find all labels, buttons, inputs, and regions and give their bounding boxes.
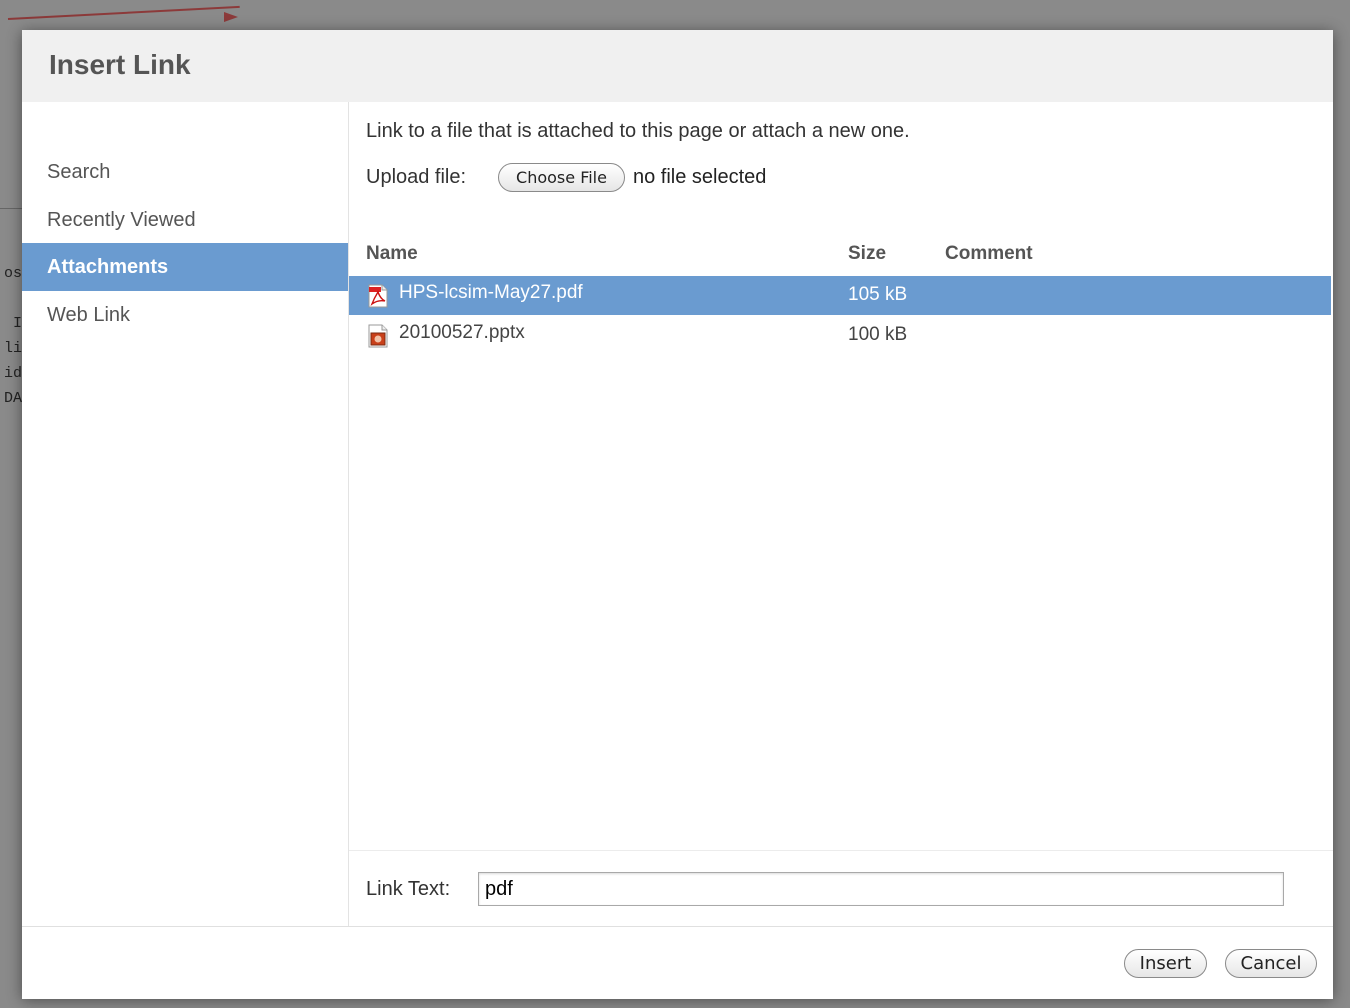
dialog-header: Insert Link [22, 30, 1333, 102]
column-header-name[interactable]: Name [366, 243, 418, 265]
background-text-line: li [3, 340, 22, 357]
sidebar-item-search[interactable]: Search [22, 148, 348, 196]
attachment-row[interactable]: HPS-lcsim-May27.pdf 105 kB [349, 276, 1331, 315]
attachments-panel: Link to a file that is attached to this … [349, 102, 1333, 927]
attachment-row[interactable]: 20100527.pptx 100 kB [349, 316, 1331, 355]
upload-file-label: Upload file: [366, 166, 467, 188]
attachment-size: 100 kB [848, 324, 908, 345]
sidebar-item-recently-viewed[interactable]: Recently Viewed [22, 196, 348, 244]
attachment-size: 105 kB [848, 284, 908, 305]
column-header-size[interactable]: Size [848, 243, 886, 265]
insert-link-dialog: Insert Link Search Recently Viewed Attac… [22, 30, 1333, 999]
background-text-line: I [12, 315, 22, 332]
link-text-area: Link Text: [349, 850, 1333, 927]
pptx-file-icon [368, 324, 388, 348]
background-rule [0, 208, 22, 209]
column-header-comment[interactable]: Comment [945, 243, 1033, 265]
choose-file-button[interactable]: Choose File [498, 163, 625, 192]
attachment-filename: HPS-lcsim-May27.pdf [399, 282, 583, 303]
background-arrow [7, 5, 240, 20]
link-text-input[interactable] [478, 872, 1284, 906]
background-text-line: os [3, 265, 22, 282]
cancel-button[interactable]: Cancel [1225, 949, 1317, 978]
sidebar-item-web-link[interactable]: Web Link [22, 291, 348, 339]
sidebar: Search Recently Viewed Attachments Web L… [22, 102, 349, 926]
attachment-filename: 20100527.pptx [399, 322, 525, 343]
background-arrowhead [224, 12, 238, 22]
dialog-title: Insert Link [49, 49, 191, 80]
background-text-line: DA [3, 390, 22, 407]
intro-text: Link to a file that is attached to this … [366, 120, 910, 142]
link-text-label: Link Text: [366, 878, 451, 900]
pdf-file-icon [368, 284, 388, 308]
no-file-selected-text: no file selected [633, 166, 767, 188]
sidebar-item-attachments[interactable]: Attachments [22, 243, 348, 291]
dialog-footer: Insert Cancel [22, 926, 1333, 999]
background-text-line: id [3, 365, 22, 382]
insert-button[interactable]: Insert [1124, 949, 1207, 978]
